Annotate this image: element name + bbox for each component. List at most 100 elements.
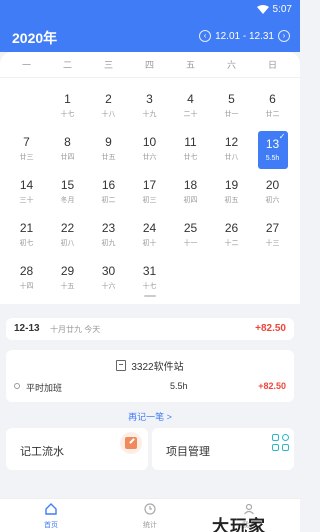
calendar-day[interactable]: 26 十二	[211, 217, 252, 260]
add-record-link[interactable]: 再记一笔 >	[0, 410, 300, 423]
day-lunar: 廿三	[19, 154, 34, 161]
calendar-day[interactable]: 2 十八	[88, 88, 129, 131]
calendar-day[interactable]: 23 初九	[88, 217, 129, 260]
chevron-left-icon[interactable]: ‹	[199, 30, 212, 42]
day-lunar: 十三	[265, 240, 280, 247]
calendar-day[interactable]: 9 廿五	[88, 131, 129, 174]
weekday-label: 四	[144, 60, 154, 70]
calendar-day[interactable]: ✓ 13 5.5h	[252, 131, 293, 174]
calendar-grid: 1 十七 2 十八 3 十九 4 二十 5 廿一 6 廿二 7 廿三 8 廿四 9 廿五 10 廿六 11 廿七 12 廿八 ✓…	[6, 88, 294, 303]
day-number: 5	[228, 92, 235, 106]
calendar-day[interactable]: 25 十一	[170, 217, 211, 260]
day-lunar: 十二	[224, 240, 239, 247]
calendar-day[interactable]: 19 初五	[211, 174, 252, 217]
day-lunar: 初十	[142, 240, 157, 247]
tab-stats[interactable]: 统计	[130, 503, 170, 530]
status-right: 5:07	[256, 4, 292, 15]
day-lunar: 十一	[183, 240, 198, 247]
day-number: 16	[101, 178, 116, 192]
day-lunar: 二十	[183, 111, 198, 118]
calendar-day[interactable]: 4 二十	[170, 88, 211, 131]
weekday-label: 五	[185, 60, 195, 70]
calendar-day[interactable]: 16 初二	[88, 174, 129, 217]
grid-icon	[272, 434, 290, 452]
day-lunar: 冬月	[60, 197, 75, 204]
day-lunar: 初五	[224, 197, 239, 204]
day-lunar: 初二	[101, 197, 116, 204]
weekday-label: 二	[62, 60, 72, 70]
calendar-day[interactable]: 18 初四	[170, 174, 211, 217]
range-label: 12.01 - 12.31	[215, 30, 274, 42]
drag-handle[interactable]	[144, 295, 156, 297]
day-lunar: 廿五	[101, 154, 116, 161]
watermark-logo: 大玩家	[212, 517, 266, 532]
calendar-day[interactable]: 5 廿一	[211, 88, 252, 131]
calendar-day[interactable]: 29 十五	[47, 260, 88, 303]
home-icon	[45, 503, 57, 515]
ledger-card[interactable]: 记工流水	[6, 428, 148, 470]
entry-hours: 5.5h	[170, 381, 188, 391]
day-number: 12	[224, 135, 239, 149]
calendar-day[interactable]: 12 廿八	[211, 131, 252, 174]
record-title-row: 3322软件站	[6, 358, 294, 373]
calendar-day[interactable]: 30 十六	[88, 260, 129, 303]
calendar-empty-cell	[211, 260, 252, 303]
clock-icon	[144, 503, 156, 515]
day-number: 7	[23, 135, 30, 149]
calendar-day[interactable]: 14 三十	[6, 174, 47, 217]
weekday-label: 一	[21, 60, 31, 70]
day-number: 23	[101, 221, 116, 235]
weekday-label: 日	[267, 60, 277, 70]
day-number: 22	[60, 221, 75, 235]
day-lunar: 廿二	[265, 111, 280, 118]
calendar-day[interactable]: 24 初十	[129, 217, 170, 260]
day-number: 25	[183, 221, 198, 235]
day-number: 30	[101, 264, 116, 278]
day-lunar: 初八	[60, 240, 75, 247]
day-lunar: 十五	[60, 283, 75, 290]
day-lunar: 初七	[19, 240, 34, 247]
day-lunar: 初九	[101, 240, 116, 247]
record-card[interactable]: 3322软件站 平时加班 5.5h +82.50	[6, 350, 294, 402]
day-hours: 5.5h	[265, 155, 280, 162]
calendar-day[interactable]: 20 初六	[252, 174, 293, 217]
circle-icon	[14, 383, 20, 389]
calendar-day[interactable]: 10 廿六	[129, 131, 170, 174]
day-number: 27	[265, 221, 280, 235]
calendar-day[interactable]: 3 十九	[129, 88, 170, 131]
day-number: 31	[142, 264, 157, 278]
calendar-day[interactable]: 28 十四	[6, 260, 47, 303]
calendar-empty-cell	[252, 260, 293, 303]
day-number: 3	[146, 92, 153, 106]
projects-card[interactable]: 项目管理	[152, 428, 294, 470]
calendar-day[interactable]: 7 廿三	[6, 131, 47, 174]
month-range: ‹ 12.01 - 12.31 ›	[199, 30, 290, 42]
day-number: 18	[183, 178, 198, 192]
ledger-icon	[120, 432, 142, 454]
calendar-day[interactable]: 8 廿四	[47, 131, 88, 174]
year-label: 2020年	[12, 30, 58, 46]
day-lunar: 十八	[101, 111, 116, 118]
calendar-day[interactable]: 27 十三	[252, 217, 293, 260]
day-lunar: 十四	[19, 283, 34, 290]
calendar-day[interactable]: 15 冬月	[47, 174, 88, 217]
day-number: 11	[184, 135, 197, 149]
calendar-day[interactable]: 11 廿七	[170, 131, 211, 174]
calendar-day[interactable]: 1 十七	[47, 88, 88, 131]
calendar-day[interactable]: 21 初七	[6, 217, 47, 260]
day-number: 26	[224, 221, 239, 235]
calendar-day[interactable]: 17 初三	[129, 174, 170, 217]
day-number: 19	[224, 178, 239, 192]
calendar-day[interactable]: 6 廿二	[252, 88, 293, 131]
day-number: 20	[265, 178, 280, 192]
tab-home[interactable]: 首页	[31, 503, 71, 530]
day-number: 15	[60, 178, 75, 192]
calendar-day[interactable]: 22 初八	[47, 217, 88, 260]
day-number: 21	[19, 221, 34, 235]
tab-home-label: 首页	[44, 522, 58, 529]
day-number: 6	[269, 92, 276, 106]
chevron-right-icon[interactable]: ›	[278, 30, 290, 42]
day-number: 2	[105, 92, 112, 106]
record-entry[interactable]: 平时加班 5.5h +82.50	[14, 380, 286, 394]
summary-date: 12-13	[14, 323, 40, 334]
